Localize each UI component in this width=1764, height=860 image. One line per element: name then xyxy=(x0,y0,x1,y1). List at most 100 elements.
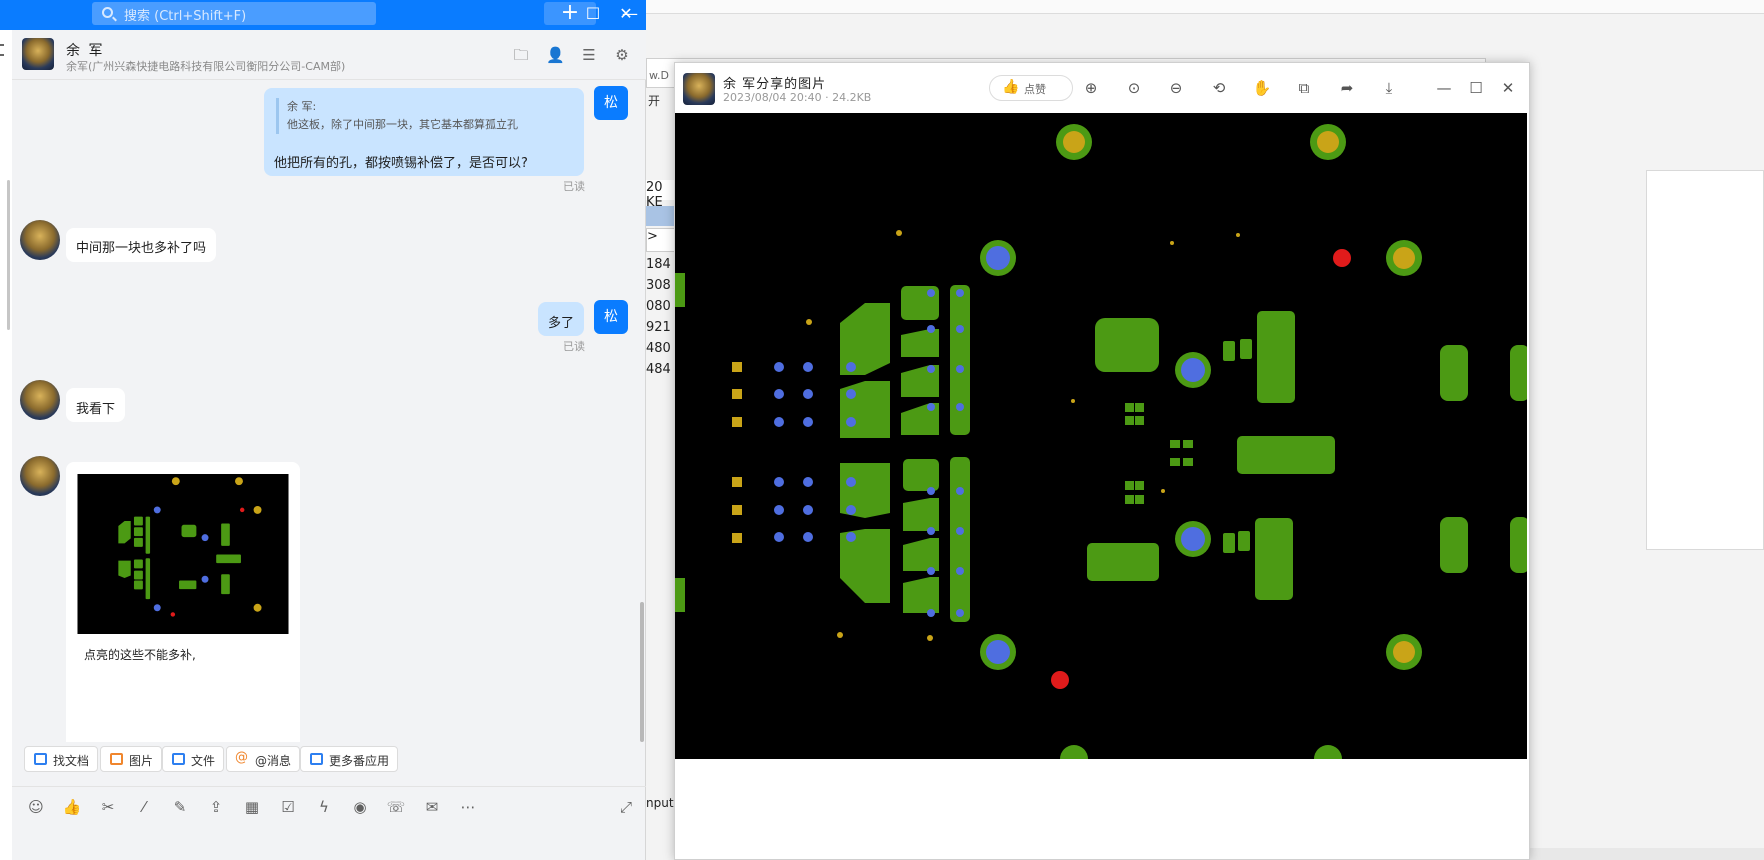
message-text: 他把所有的孔，都按喷锡补偿了，是否可以? xyxy=(274,156,528,171)
message-text: 多了 xyxy=(548,316,575,331)
phone-icon[interactable]: ☏ xyxy=(386,797,406,817)
viewer-meta: 2023/08/04 20:40 · 24.2KB xyxy=(723,91,872,104)
mail-icon[interactable]: ✉ xyxy=(422,797,442,817)
message-scrollbar[interactable] xyxy=(640,602,644,742)
contact-org: 余军(广州兴森快捷电路科技有限公司衡阳分公司-CAM部) xyxy=(66,60,346,73)
input-toolbar: ☺ 👍 ✂ ⁄ ✎ ⇪ ▦ ☑ ϟ ◉ ☏ ✉ ⋯ ⤢ xyxy=(12,786,646,826)
maximize-button[interactable]: ☐ xyxy=(1465,77,1487,99)
settings-icon[interactable]: ⚙ xyxy=(613,46,631,64)
viewer-header: 余 军分享的图片 2023/08/04 20:40 · 24.2KB 👍 点赞 ⊕… xyxy=(675,63,1529,113)
emoji-icon[interactable]: ☺ xyxy=(26,797,46,817)
meeting-icon[interactable]: ◉ xyxy=(350,797,370,817)
read-status: 已读 xyxy=(563,180,585,193)
expand-icon[interactable]: ⤢ xyxy=(616,797,636,817)
message-bubble-mine[interactable]: 余 军: 他这板，除了中间那一块，其它基本都算孤立孔 他把所有的孔，都按喷锡补偿… xyxy=(264,88,584,176)
background-taskbar xyxy=(1506,848,1764,860)
close-icon: ✕ xyxy=(1501,79,1515,97)
background-number-list: 184 308 080 921 480 484 xyxy=(646,254,676,380)
read-status: 已读 xyxy=(563,340,585,353)
background-number: 080 xyxy=(646,299,671,314)
quote-author: 余 军: xyxy=(287,100,317,113)
close-button[interactable]: ✕ xyxy=(612,2,640,26)
note-icon[interactable]: ✎ xyxy=(170,797,190,817)
minimize-icon: — xyxy=(1436,79,1452,97)
doc-search-icon xyxy=(34,753,47,765)
download-icon[interactable]: ⤓ xyxy=(1378,77,1400,99)
images-label: 图片 xyxy=(129,754,154,768)
slash-command-icon[interactable]: ⁄ xyxy=(134,797,154,817)
pcb-image[interactable] xyxy=(675,113,1527,759)
search-history-icon[interactable]: ☰ xyxy=(580,46,598,64)
mentions-button[interactable]: @ @消息 xyxy=(226,746,301,772)
chat-titlebar: 搜索 (Ctrl+Shift+F) + — xyxy=(0,0,646,30)
close-button[interactable]: ✕ xyxy=(1497,77,1519,99)
copy-icon[interactable]: ⧉ xyxy=(1293,77,1315,99)
left-sidebar-strip xyxy=(0,30,12,860)
quoted-message[interactable]: 余 军: 他这板，除了中间那一块，其它基本都算孤立孔 xyxy=(276,98,576,134)
image-caption: 点亮的这些不能多补, xyxy=(84,648,196,662)
lightning-icon[interactable]: ϟ xyxy=(314,797,334,817)
maximize-icon: ☐ xyxy=(585,4,601,23)
scissors-icon[interactable]: ✂ xyxy=(98,797,118,817)
files-label: 文件 xyxy=(191,754,216,768)
share-icon[interactable]: ➦ xyxy=(1336,77,1358,99)
message-bubble-image[interactable]: 点亮的这些不能多补, xyxy=(66,462,300,742)
my-avatar[interactable]: 松 xyxy=(594,86,628,120)
sidebar-scrollbar[interactable] xyxy=(7,180,10,330)
sharer-avatar xyxy=(683,73,715,105)
background-number: 184 xyxy=(646,257,671,272)
add-member-icon[interactable]: 👤 xyxy=(546,46,565,64)
contact-avatar[interactable] xyxy=(20,380,60,420)
thumbs-up-icon: 👍 xyxy=(1002,79,1020,95)
files-button[interactable]: 文件 xyxy=(162,746,225,772)
like-label: 点赞 xyxy=(1024,83,1046,96)
my-avatar[interactable]: 松 xyxy=(594,300,628,334)
task-check-icon[interactable]: ☑ xyxy=(278,797,298,817)
quick-apps-bar: 找文档 图片 文件 @ @消息 更多番应用 xyxy=(12,742,646,778)
message-bubble-mine[interactable]: 多了 xyxy=(538,302,585,336)
upload-icon[interactable]: ⇪ xyxy=(206,797,226,817)
more-apps-button[interactable]: 更多番应用 xyxy=(300,746,399,772)
maximize-button[interactable]: ☐ xyxy=(579,2,607,26)
like-icon[interactable]: 👍 xyxy=(62,797,82,817)
calendar-icon[interactable]: ▦ xyxy=(242,797,262,817)
message-text: 中间那一块也多补了吗 xyxy=(76,241,207,256)
background-number: 480 xyxy=(646,341,671,356)
more-icon[interactable]: ⋯ xyxy=(458,797,478,817)
search-icon xyxy=(102,7,113,18)
menu-icon[interactable] xyxy=(0,44,4,56)
background-number: 308 xyxy=(646,278,671,293)
chat-window: 搜索 (Ctrl+Shift+F) + — ☐ ✕ 余 军 余军(广州兴森快捷电… xyxy=(0,0,646,860)
contact-name[interactable]: 余 军 xyxy=(66,40,104,60)
search-input[interactable]: 搜索 (Ctrl+Shift+F) xyxy=(92,2,376,25)
background-row-marker: > xyxy=(646,228,676,252)
contact-avatar[interactable] xyxy=(22,38,54,70)
zoom-out-icon[interactable]: ⊖ xyxy=(1165,77,1187,99)
rotate-icon[interactable]: ⟲ xyxy=(1208,77,1230,99)
zoom-in-icon[interactable]: ⊕ xyxy=(1080,77,1102,99)
contact-avatar[interactable] xyxy=(20,220,60,260)
message-list[interactable]: 余 军: 他这板，除了中间那一块，其它基本都算孤立孔 他把所有的孔，都按喷锡补偿… xyxy=(12,80,646,742)
message-text: 我看下 xyxy=(76,402,116,417)
find-docs-button[interactable]: 找文档 xyxy=(24,746,99,772)
drag-hand-icon[interactable]: ✋ xyxy=(1251,77,1273,99)
more-apps-label: 更多番应用 xyxy=(329,754,390,768)
at-icon: @ xyxy=(235,750,248,765)
like-button[interactable]: 👍 点赞 xyxy=(989,75,1073,101)
images-button[interactable]: 图片 xyxy=(100,746,163,772)
quote-text: 他这板，除了中间那一块，其它基本都算孤立孔 xyxy=(287,118,518,131)
close-icon: ✕ xyxy=(619,4,633,23)
message-bubble-other[interactable]: 中间那一块也多补了吗 xyxy=(66,228,217,262)
viewer-title: 余 军分享的图片 xyxy=(723,77,827,92)
minimize-button[interactable]: — xyxy=(1433,77,1455,99)
message-bubble-other[interactable]: 我看下 xyxy=(66,388,126,422)
contact-avatar[interactable] xyxy=(20,456,60,496)
mentions-label: @消息 xyxy=(255,754,292,768)
background-size-label: 20 KE xyxy=(646,180,676,210)
actual-size-icon[interactable]: ⊙ xyxy=(1123,77,1145,99)
background-number: 484 xyxy=(646,362,671,377)
pcb-image-canvas[interactable] xyxy=(675,113,1527,759)
maximize-icon: ☐ xyxy=(1469,79,1483,97)
folder-icon[interactable]: 🗀 xyxy=(512,46,530,64)
pcb-thumbnail-image[interactable] xyxy=(76,474,290,634)
